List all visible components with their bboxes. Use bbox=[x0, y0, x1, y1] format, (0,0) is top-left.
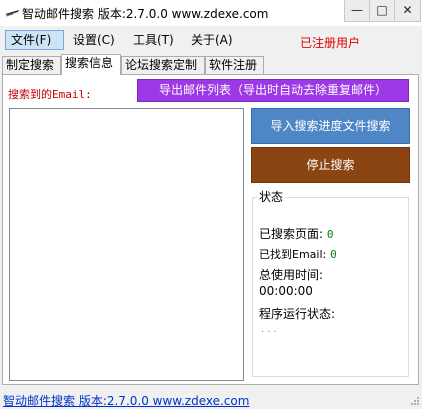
emails-found-row: 已找到Email: 0 bbox=[259, 246, 337, 262]
registered-status: 已注册用户 bbox=[300, 36, 361, 50]
status-legend: 状态 bbox=[257, 188, 286, 205]
close-button[interactable]: ✕ bbox=[394, 0, 421, 22]
pages-searched-label: 已搜索页面: bbox=[259, 227, 324, 241]
pages-searched-value: 0 bbox=[326, 228, 334, 241]
run-status-label: 程序运行状态: bbox=[259, 307, 336, 321]
minimize-button[interactable]: — bbox=[344, 0, 370, 22]
total-time-label: 总使用时间: bbox=[259, 268, 324, 282]
emails-found-value: 0 bbox=[330, 248, 337, 261]
menu-about[interactable]: 关于(A) bbox=[186, 30, 238, 50]
import-progress-button[interactable]: 导入搜索进度文件搜索 bbox=[251, 108, 410, 144]
menu-settings[interactable]: 设置(C) bbox=[68, 30, 120, 50]
run-status-value: ... bbox=[261, 324, 280, 335]
app-icon bbox=[5, 10, 19, 17]
total-time-value: 00:00:00 bbox=[259, 284, 313, 298]
email-results-list[interactable] bbox=[9, 108, 244, 381]
tab-define-search[interactable]: 制定搜索 bbox=[2, 56, 61, 74]
tab-forum-search[interactable]: 论坛搜索定制 bbox=[121, 56, 205, 74]
footer-website-link[interactable]: 智动邮件搜索 版本:2.7.0.0 www.zdexe.com bbox=[3, 392, 249, 409]
tab-registration[interactable]: 软件注册 bbox=[205, 56, 264, 74]
title-bar: 智动邮件搜索 版本:2.7.0.0 www.zdexe.com — □ ✕ bbox=[0, 0, 422, 26]
menu-tools[interactable]: 工具(T) bbox=[128, 30, 179, 50]
resize-grip-icon[interactable] bbox=[410, 396, 420, 406]
email-list-label: 搜索到的Email: bbox=[8, 88, 92, 101]
tab-search-info[interactable]: 搜索信息 bbox=[61, 54, 121, 75]
emails-found-label: 已找到Email: bbox=[259, 248, 327, 261]
menu-file[interactable]: 文件(F) bbox=[5, 30, 64, 50]
window-title: 智动邮件搜索 版本:2.7.0.0 www.zdexe.com bbox=[22, 7, 269, 21]
pages-searched-row: 已搜索页面: 0 bbox=[259, 225, 334, 242]
maximize-button[interactable]: □ bbox=[369, 0, 395, 22]
stop-search-button[interactable]: 停止搜索 bbox=[251, 147, 410, 183]
export-email-button[interactable]: 导出邮件列表（导出时自动去除重复邮件） bbox=[137, 79, 409, 102]
tab-strip: 制定搜索 搜索信息 论坛搜索定制 软件注册 bbox=[0, 54, 422, 75]
